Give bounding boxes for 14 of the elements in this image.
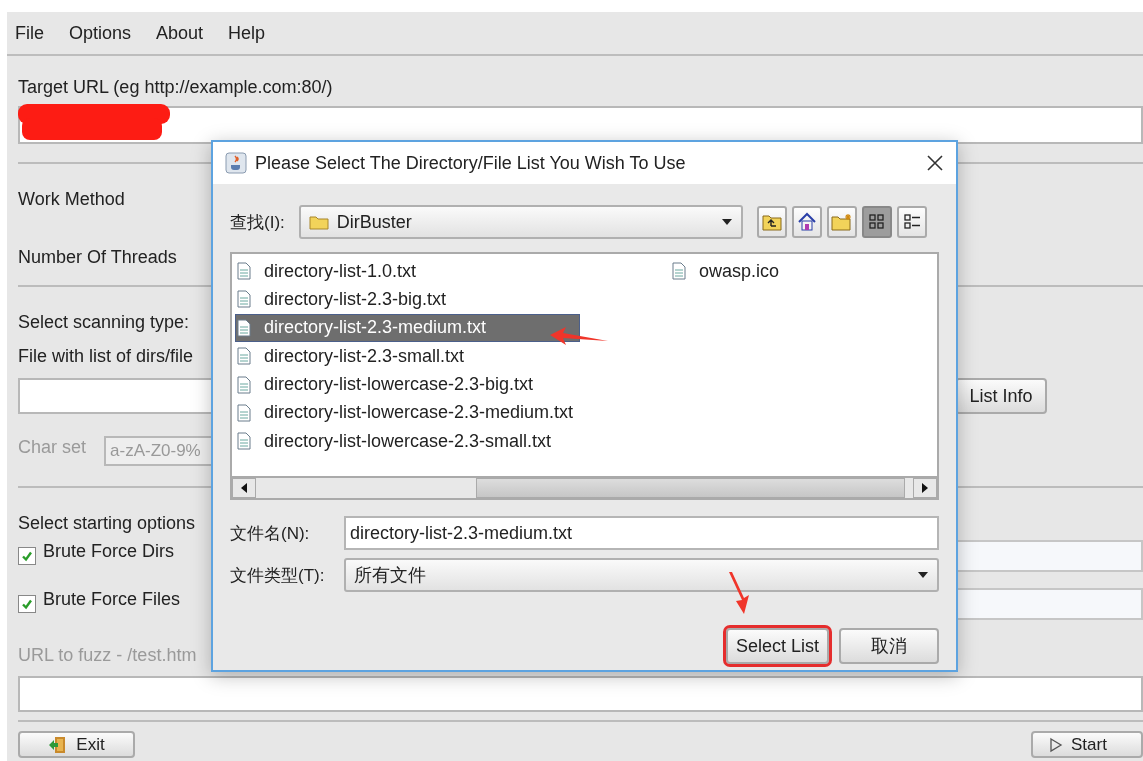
scan-type-label: Select scanning type: [18,311,190,333]
target-url-label: Target URL (eg http://example.com:80/) [18,76,333,98]
checkbox-label: Brute Force Dirs [43,540,175,562]
dialog-title: Please Select The Directory/File List You Wish To Use [255,152,686,174]
fuzz-url-label: URL to fuzz - /test.htm [18,644,197,666]
list-file-label: File with list of dirs/file [18,345,194,367]
work-method-label: Work Method [18,188,125,210]
filename-label: 文件名(N): [230,522,311,545]
checkbox-label: Brute Force Files [43,588,181,610]
file-type-label: 文件类型(T): [230,564,326,587]
start-options-label: Select starting options [18,512,196,534]
charset-label: Char set [18,436,87,458]
look-in-label: 查找(I): [230,211,285,234]
threads-label: Number Of Threads [18,246,177,268]
